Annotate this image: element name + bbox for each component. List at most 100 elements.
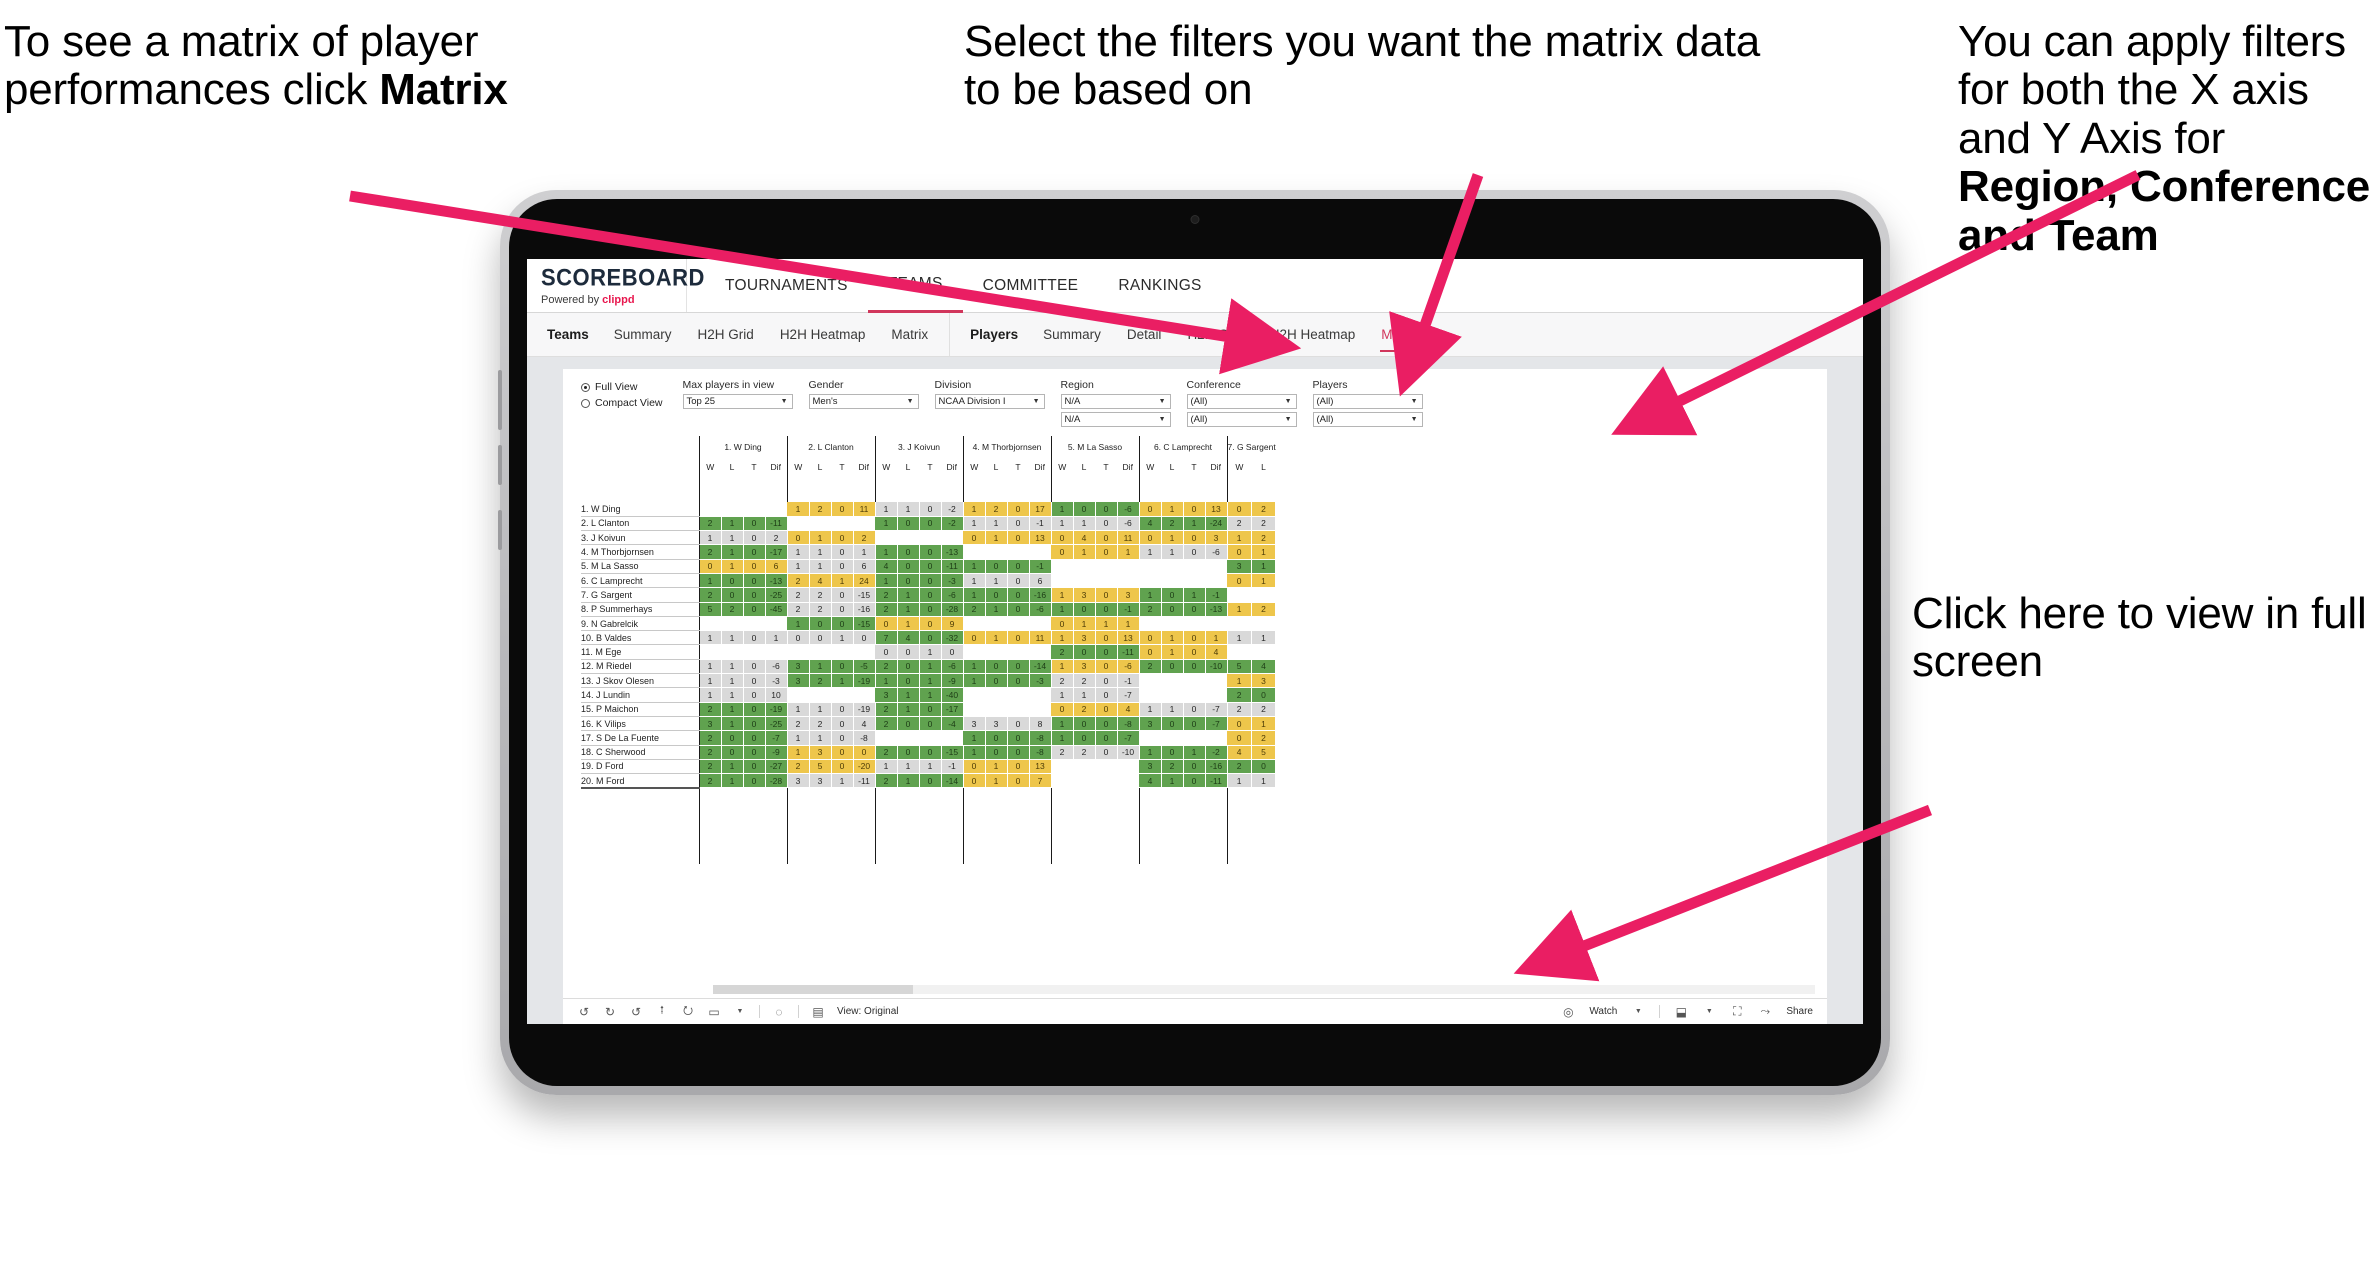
matrix-cell[interactable]: 1 (1095, 616, 1118, 632)
matrix-cell[interactable]: 0 (743, 759, 766, 775)
matrix-cell[interactable]: 0 (897, 644, 920, 660)
matrix-cell[interactable]: 11 (1029, 630, 1052, 646)
matrix-cell[interactable]: 17 (1029, 502, 1052, 517)
matrix-cell[interactable]: -2 (941, 516, 964, 532)
matrix-subcol-header[interactable]: T (1095, 458, 1117, 476)
matrix-cell[interactable]: -32 (941, 630, 964, 646)
matrix-cell[interactable]: 3 (786, 773, 810, 789)
matrix-cell[interactable]: 1 (897, 616, 920, 632)
matrix-cell[interactable]: 7 (1029, 773, 1052, 789)
matrix-cell[interactable]: -4 (941, 716, 964, 732)
matrix-cell[interactable]: 1 (1226, 602, 1252, 617)
matrix-cell[interactable]: -15 (853, 616, 876, 632)
matrix-cell[interactable]: 3 (786, 659, 810, 675)
matrix-cell[interactable]: 0 (743, 687, 766, 703)
matrix-cell[interactable]: 0 (919, 502, 942, 517)
matrix-subcol-header[interactable]: T (1007, 458, 1029, 476)
matrix-cell[interactable] (1161, 673, 1183, 689)
matrix-cell[interactable] (1183, 673, 1205, 689)
matrix-cell[interactable]: -13 (941, 544, 964, 560)
matrix-cell[interactable]: 2 (874, 773, 898, 789)
matrix-cell[interactable]: 1 (786, 544, 810, 560)
matrix-cell[interactable]: 1 (919, 659, 942, 675)
matrix-cell[interactable]: 4 (1138, 516, 1162, 532)
matrix-cell[interactable]: 1 (1251, 773, 1277, 789)
matrix-subcol-header[interactable]: W (874, 458, 897, 476)
matrix-cell[interactable]: 0 (1073, 644, 1096, 660)
matrix-cell[interactable]: 1 (831, 673, 854, 689)
matrix-row-label[interactable]: 14. J Lundin (581, 687, 699, 703)
matrix-cell[interactable]: 1 (721, 659, 744, 675)
revert-icon[interactable]: ↺ (629, 1005, 643, 1019)
matrix-cell[interactable]: -28 (941, 602, 964, 617)
matrix-cell[interactable]: 1 (874, 759, 898, 775)
view-mode-compact[interactable]: Compact View (581, 397, 663, 409)
matrix-cell[interactable]: 0 (721, 745, 744, 760)
chevron-down-icon[interactable]: ▼ (1631, 1005, 1645, 1019)
matrix-cell[interactable]: 2 (1251, 516, 1277, 532)
matrix-cell[interactable]: 0 (1138, 644, 1162, 660)
matrix-cell[interactable]: 2 (874, 587, 898, 603)
matrix-cell[interactable]: -17 (765, 544, 788, 560)
matrix-cell[interactable]: 10 (765, 687, 788, 703)
matrix-cell[interactable]: 2 (698, 730, 722, 746)
nav-tournaments[interactable]: TOURNAMENTS (705, 259, 868, 313)
matrix-cell[interactable]: -1 (1029, 516, 1052, 532)
matrix-cell[interactable]: 0 (1095, 544, 1118, 560)
matrix-cell[interactable]: 0 (1183, 630, 1206, 646)
matrix-cell[interactable]: 2 (698, 587, 722, 603)
matrix-cell[interactable]: 1 (809, 730, 832, 746)
matrix-cell[interactable]: 0 (919, 716, 942, 732)
matrix-cell[interactable] (1183, 616, 1205, 632)
tablet-volume-button-down[interactable] (498, 445, 502, 485)
matrix-cell[interactable]: 0 (962, 530, 986, 546)
scrollbar-thumb[interactable] (713, 985, 913, 994)
matrix-cell[interactable]: 1 (897, 759, 920, 775)
matrix-cell[interactable]: -1 (1029, 559, 1052, 574)
matrix-cell[interactable]: 1 (721, 673, 744, 689)
matrix-cell[interactable]: 3 (1073, 630, 1096, 646)
matrix-cell[interactable]: 0 (1183, 716, 1206, 732)
matrix-cell[interactable] (897, 530, 919, 546)
matrix-cell[interactable] (985, 616, 1007, 632)
matrix-cell[interactable]: 0 (1050, 530, 1074, 546)
matrix-cell[interactable] (1138, 673, 1161, 689)
matrix-cell[interactable]: 0 (1183, 702, 1206, 717)
matrix-cell[interactable] (809, 516, 831, 532)
matrix-cell[interactable]: 0 (1095, 716, 1118, 732)
matrix-cell[interactable]: 0 (962, 773, 986, 789)
matrix-subcol-header[interactable]: L (809, 458, 831, 476)
matrix-cell[interactable]: 0 (919, 745, 942, 760)
matrix-cell[interactable]: 0 (1007, 659, 1030, 675)
matrix-subcol-header[interactable]: W (1050, 458, 1073, 476)
matrix-cell[interactable]: -24 (1205, 516, 1228, 532)
matrix-cell[interactable]: 13 (1029, 759, 1052, 775)
matrix-cell[interactable]: -8 (853, 730, 876, 746)
matrix-cell[interactable]: 1 (1183, 587, 1206, 603)
matrix-cell[interactable]: 1 (1117, 544, 1140, 560)
matrix-cell[interactable]: 1 (721, 530, 744, 546)
matrix-row[interactable]: 13. J Skov Olesen 1 1 0 -3 3 2 1 -19 1 0 1 -9 1 0 0 -3 2 2… (581, 673, 1277, 689)
matrix-row[interactable]: 3. J Koivun 1 1 0 2 0 1 0 2 0 1 0 13 0 4 0 11 0 1 0 3 1 2 (581, 530, 1277, 546)
matrix-cell[interactable]: 11 (1117, 530, 1140, 546)
matrix-cell[interactable]: 0 (1251, 759, 1277, 775)
matrix-cell[interactable]: -15 (941, 745, 964, 760)
matrix-cell[interactable]: 0 (743, 587, 766, 603)
subnav-players-detail[interactable]: Detail (1114, 313, 1175, 356)
matrix-cell[interactable]: 2 (1226, 687, 1252, 703)
matrix-cell[interactable] (853, 687, 875, 703)
matrix-cell[interactable]: 2 (1138, 602, 1162, 617)
matrix-cell[interactable] (1029, 544, 1051, 560)
matrix-cell[interactable]: 0 (831, 745, 854, 760)
matrix-row[interactable]: 4. M Thorbjornsen 2 1 0 -17 1 1 0 1 1 0 0 -13 0 1 0 1 1 1 0… (581, 544, 1277, 560)
matrix-cell[interactable]: 3 (1138, 716, 1162, 732)
matrix-cell[interactable] (1205, 616, 1227, 632)
filter-players-select-y[interactable]: (All) ▼ (1312, 412, 1423, 427)
matrix-cell[interactable]: 2 (1251, 730, 1277, 746)
matrix-row-label[interactable]: 9. N Gabrelcik (581, 616, 699, 632)
matrix-cell[interactable]: 0 (897, 745, 920, 760)
matrix-cell[interactable] (962, 616, 985, 632)
matrix-row[interactable]: 20. M Ford 2 1 0 -28 3 3 1 -11 2 1 0 -14 0 1 0 7 4 1 0 -11 1 1 (581, 773, 1277, 789)
matrix-cell[interactable]: 0 (743, 702, 766, 717)
matrix-cell[interactable]: 1 (786, 502, 810, 517)
